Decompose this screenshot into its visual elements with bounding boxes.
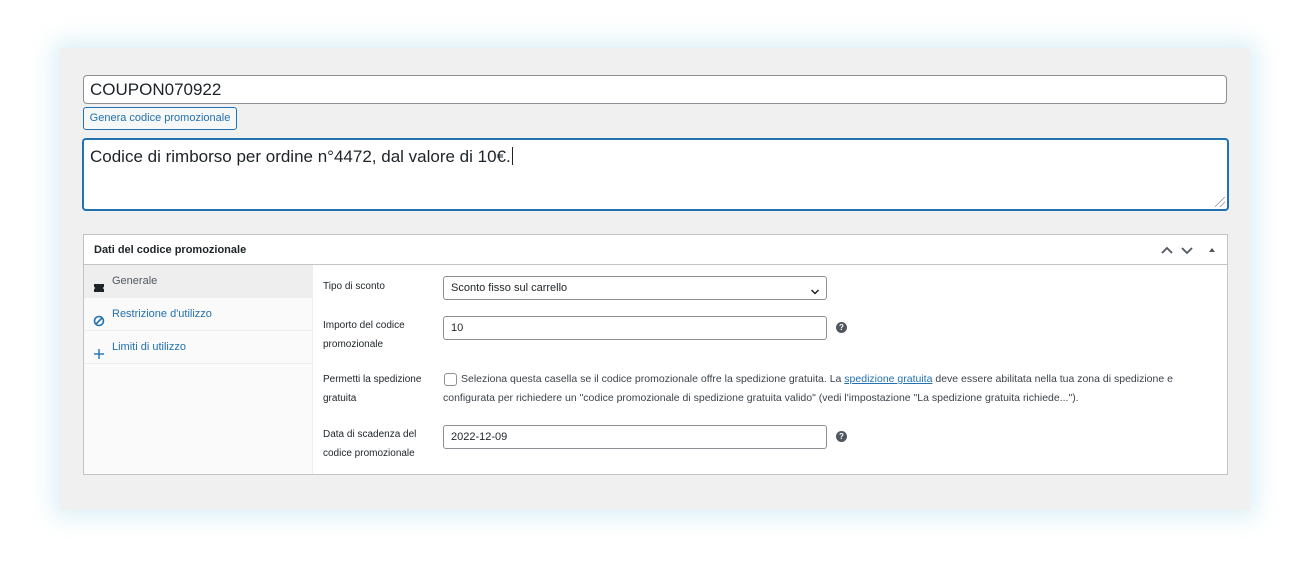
coupon-description-text: Codice di rimborso per ordine n°4472, da… <box>90 147 511 166</box>
amount-label: Importo del codice promozionale <box>323 320 405 350</box>
general-panel: Tipo di sconto Sconto fisso sul carrello… <box>313 265 1227 474</box>
metabox-title: Dati del codice promozionale <box>94 244 247 256</box>
expiry-date-label: Data di scadenza del codice promozionale <box>323 429 417 459</box>
resize-handle-icon[interactable] <box>1215 197 1225 207</box>
tab-restrizione-utilizzo[interactable]: Restrizione d'utilizzo <box>84 298 312 331</box>
amount-help-icon[interactable]: ? <box>836 322 847 333</box>
metabox-header: Dati del codice promozionale <box>84 235 1227 265</box>
text-caret <box>511 147 513 165</box>
tab-label: Restrizione d'utilizzo <box>112 308 212 320</box>
move-up-icon[interactable] <box>1159 242 1175 258</box>
coupon-editor-frame: COUPON070922 Genera codice promozionale … <box>60 48 1250 510</box>
collapse-toggle-icon[interactable] <box>1204 242 1220 258</box>
tab-label: Limiti di utilizzo <box>112 341 186 353</box>
amount-input[interactable]: 10 <box>443 316 827 340</box>
expiry-help-icon[interactable]: ? <box>836 431 847 442</box>
tab-limiti-utilizzo[interactable]: Limiti di utilizzo <box>84 331 312 364</box>
block-icon <box>93 308 105 327</box>
free-shipping-link[interactable]: spedizione gratuita <box>844 373 932 385</box>
discount-type-label: Tipo di sconto <box>323 281 385 292</box>
coupon-code-input[interactable]: COUPON070922 <box>83 75 1227 104</box>
coupon-description-textarea[interactable]: Codice di rimborso per ordine n°4472, da… <box>83 139 1228 210</box>
tab-label: Generale <box>112 275 158 287</box>
discount-type-select[interactable]: Sconto fisso sul carrello <box>443 276 827 300</box>
plus-icon <box>93 341 105 359</box>
discount-type-value: Sconto fisso sul carrello <box>451 282 568 294</box>
free-shipping-desc-before: Seleziona questa casella se il codice pr… <box>461 373 845 385</box>
move-down-icon[interactable] <box>1179 242 1195 258</box>
chevron-down-icon <box>810 283 820 295</box>
free-shipping-description: Seleziona questa casella se il codice pr… <box>443 370 1193 408</box>
ticket-icon <box>93 275 105 292</box>
tab-generale[interactable]: Generale <box>84 265 312 298</box>
coupon-data-tabs: Generale Restrizione d'utilizzo Limiti d… <box>84 265 313 474</box>
free-shipping-label: Permetti la spedizione gratuita <box>323 374 422 404</box>
generate-coupon-button[interactable]: Genera codice promozionale <box>83 107 237 130</box>
expiry-date-input[interactable]: 2022-12-09 <box>443 425 827 449</box>
coupon-data-metabox: Dati del codice promozionale Generale Re… <box>83 234 1228 475</box>
